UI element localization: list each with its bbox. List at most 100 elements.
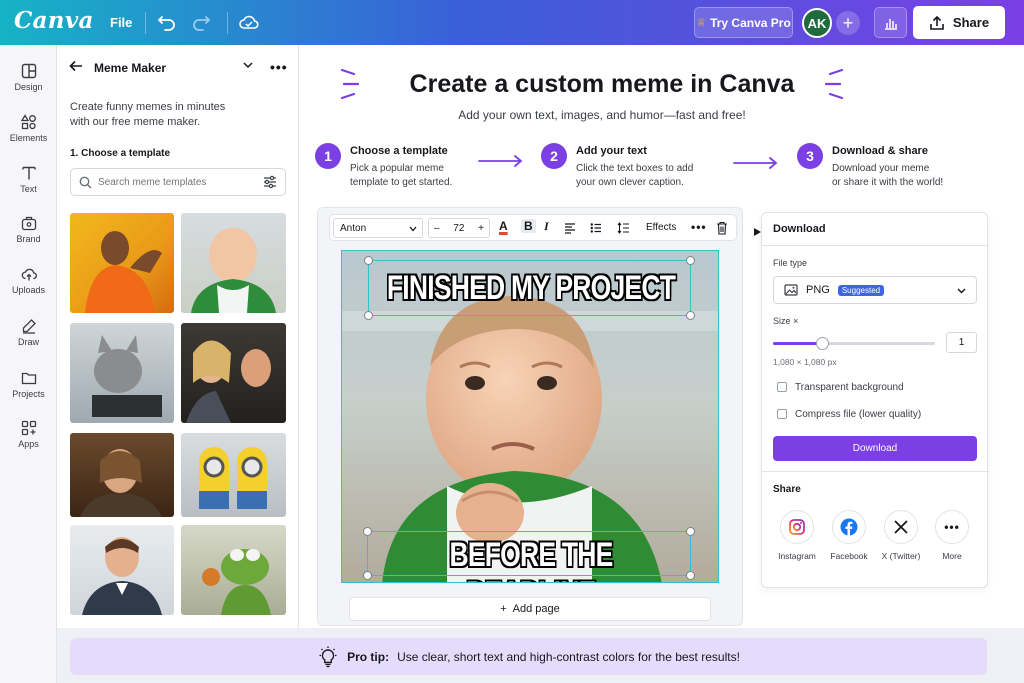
resize-handle[interactable] xyxy=(686,256,695,265)
font-size-stepper[interactable]: – 72 + xyxy=(428,218,490,238)
resize-handle[interactable] xyxy=(686,311,695,320)
pro-button-label: Try Canva Pro xyxy=(710,15,791,30)
resize-handle[interactable] xyxy=(364,311,373,320)
share-icon-circle xyxy=(884,510,918,544)
download-panel: Download File type PNG Suggested Size × … xyxy=(761,212,989,588)
resize-handle[interactable] xyxy=(363,527,372,536)
top-bar: Canva File ♕ Try Canva Pro AK + Share xyxy=(0,0,1024,45)
dimensions-text: 1,080 × 1,080 px xyxy=(773,357,837,367)
text-toolbar: Anton – 72 + A B I Effects ••• xyxy=(329,214,737,241)
step-number: 2 xyxy=(541,143,567,169)
transparent-background-label: Transparent background xyxy=(795,382,904,393)
size-slider-handle[interactable] xyxy=(815,337,829,350)
rail-item-brand[interactable]: Brand xyxy=(0,215,57,244)
resize-handle[interactable] xyxy=(364,256,373,265)
more-options-icon[interactable]: ••• xyxy=(691,220,707,234)
effects-button[interactable]: Effects xyxy=(646,222,676,233)
template-thumbnail[interactable] xyxy=(70,323,174,423)
size-input[interactable]: 1 xyxy=(946,332,977,353)
rail-item-uploads[interactable]: Uploads xyxy=(0,266,57,295)
step-description-line: Click the text boxes to add xyxy=(576,163,694,174)
font-family-select[interactable]: Anton xyxy=(333,218,423,238)
filter-sliders-icon[interactable] xyxy=(263,175,277,189)
top-text-selection-box[interactable] xyxy=(368,260,691,316)
resize-handle[interactable] xyxy=(686,527,695,536)
font-size-value[interactable]: 72 xyxy=(453,223,464,234)
share-instagram-button[interactable]: Instagram xyxy=(769,510,825,561)
search-icon xyxy=(79,176,92,188)
template-thumbnail[interactable] xyxy=(181,213,286,313)
template-thumbnail[interactable] xyxy=(70,525,174,615)
image-file-icon xyxy=(784,284,798,296)
download-panel-title: Download xyxy=(773,223,826,235)
insights-button[interactable] xyxy=(874,7,907,38)
decrease-size-button[interactable]: – xyxy=(434,223,440,234)
search-input[interactable] xyxy=(98,176,258,188)
rail-label: Text xyxy=(20,184,37,194)
rail-item-projects[interactable]: Projects xyxy=(0,370,57,399)
bold-button[interactable]: B xyxy=(521,219,536,233)
list-icon[interactable] xyxy=(590,222,602,234)
rail-label: Projects xyxy=(12,389,45,399)
file-type-label: File type xyxy=(773,258,808,268)
resize-handle[interactable] xyxy=(686,571,695,580)
canva-logo[interactable]: Canva xyxy=(14,7,94,34)
text-icon xyxy=(21,166,36,180)
folder-icon xyxy=(21,372,36,385)
undo-icon[interactable] xyxy=(155,12,177,34)
add-page-button[interactable]: + Add page xyxy=(349,597,711,621)
resize-handle[interactable] xyxy=(363,571,372,580)
template-preview-image xyxy=(80,449,162,517)
template-thumbnail[interactable] xyxy=(70,433,174,517)
step-title: Add your text xyxy=(576,145,647,157)
bar-chart-icon xyxy=(884,18,897,30)
share-x-twitter-button[interactable]: X (Twitter) xyxy=(873,510,929,561)
download-button[interactable]: Download xyxy=(773,436,977,461)
share-button[interactable]: Share xyxy=(913,6,1005,39)
cloud-check-icon[interactable] xyxy=(238,12,260,34)
increase-size-button[interactable]: + xyxy=(478,223,484,234)
template-thumbnail[interactable] xyxy=(70,213,174,313)
plus-icon: + xyxy=(500,603,507,615)
rail-item-text[interactable]: Text xyxy=(0,165,57,194)
rail-item-draw[interactable]: Draw xyxy=(0,318,57,347)
template-thumbnail[interactable] xyxy=(181,323,286,423)
rail-item-apps[interactable]: Apps xyxy=(0,420,57,449)
compress-file-checkbox[interactable] xyxy=(777,409,787,419)
size-slider[interactable] xyxy=(773,337,935,350)
transparent-background-checkbox[interactable] xyxy=(777,382,787,392)
rail-label: Brand xyxy=(16,234,41,244)
template-thumbnail[interactable] xyxy=(181,525,286,615)
align-left-icon[interactable] xyxy=(564,222,576,234)
italic-button[interactable]: I xyxy=(544,219,549,234)
step-description-line: Pick a popular meme xyxy=(350,163,444,174)
template-preview-image xyxy=(202,549,271,615)
plus-icon: + xyxy=(842,12,854,33)
template-thumbnail[interactable] xyxy=(181,433,286,517)
file-type-select[interactable]: PNG Suggested xyxy=(773,276,977,304)
share-label: Facebook xyxy=(830,551,868,561)
step-description-line: your own clever caption. xyxy=(576,177,684,188)
file-menu[interactable]: File xyxy=(110,15,132,30)
try-canva-pro-button[interactable]: ♕ Try Canva Pro xyxy=(694,7,793,38)
size-slider-fill xyxy=(773,342,822,345)
pro-tip-banner: Pro tip: Use clear, short text and high-… xyxy=(70,638,987,675)
avatar[interactable]: AK xyxy=(802,8,832,38)
line-spacing-icon[interactable] xyxy=(617,222,630,234)
chevron-down-icon[interactable] xyxy=(243,62,253,69)
text-color-button[interactable]: A xyxy=(499,219,508,233)
share-label: More xyxy=(942,551,962,561)
rail-label: Draw xyxy=(17,337,39,347)
file-type-value: PNG xyxy=(806,284,830,296)
template-search[interactable] xyxy=(70,168,286,196)
template-preview-image xyxy=(186,340,271,423)
share-facebook-button[interactable]: Facebook xyxy=(821,510,877,561)
trash-icon[interactable] xyxy=(716,221,728,235)
share-more-button[interactable]: ••• More xyxy=(924,510,980,561)
redo-icon[interactable] xyxy=(191,12,213,34)
toolbar-divider xyxy=(227,12,228,34)
add-collaborator-button[interactable]: + xyxy=(836,11,860,35)
divider xyxy=(762,471,989,472)
bottom-text-selection-box[interactable] xyxy=(367,531,691,576)
template-preview-image xyxy=(92,335,162,417)
